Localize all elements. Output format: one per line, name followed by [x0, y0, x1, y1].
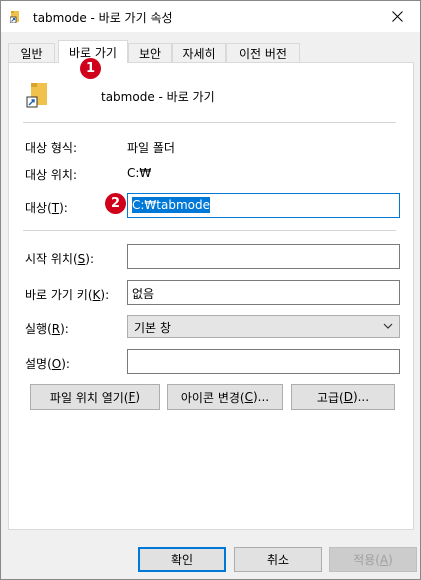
run-select[interactable]: 기본 창 [127, 315, 400, 338]
run-value: 기본 창 [134, 321, 171, 335]
tab-details[interactable]: 자세히 [172, 43, 226, 62]
label-text: ): [59, 201, 68, 215]
start-in-input[interactable] [127, 244, 400, 269]
start-in-label: 시작 위치(S): [25, 250, 94, 267]
label-text: ): [85, 252, 95, 266]
cancel-button[interactable]: 취소 [234, 547, 322, 572]
access-key: C [244, 390, 253, 404]
button-text: 아이콘 변경( [180, 390, 245, 405]
button-text: ) [388, 552, 393, 567]
target-location-value: C:₩ [127, 166, 152, 180]
properties-window: tabmode - 바로 가기 속성 일반 바로 가기 보안 자세히 이전 버전… [0, 0, 421, 580]
tab-label: 보안 [138, 46, 162, 61]
window-title: tabmode - 바로 가기 속성 [33, 11, 173, 25]
access-key: R [51, 322, 61, 336]
annotation-badge-2: 2 [105, 193, 126, 214]
divider [23, 230, 396, 231]
button-text: ) [135, 390, 141, 404]
label-text: 시작 위치( [25, 252, 78, 266]
label-text: ): [61, 357, 70, 371]
target-type-value: 파일 폴더 [127, 141, 175, 155]
folder-shortcut-icon [10, 11, 19, 23]
access-key: D [343, 390, 353, 404]
label-text: 설명( [25, 357, 52, 371]
target-selected-text: C:₩tabmode [132, 197, 210, 213]
button-text: 적용( [353, 553, 380, 567]
shortcut-folder-icon [26, 83, 47, 108]
shortcut-key-label: 바로 가기 키(K): [25, 286, 109, 303]
label-text: ): [100, 288, 110, 302]
button-text: 고급( [316, 390, 344, 405]
change-icon-button[interactable]: 아이콘 변경(C)... [167, 384, 283, 410]
shortcut-key-value: 없음 [132, 287, 155, 301]
tab-label: 자세히 [182, 46, 216, 61]
close-icon [391, 11, 403, 22]
button-text: 취소 [266, 553, 290, 567]
access-key: O [51, 357, 62, 371]
advanced-button[interactable]: 고급(D)... [291, 384, 395, 410]
comment-input[interactable] [127, 349, 400, 374]
tab-general[interactable]: 일반 [8, 43, 55, 62]
label-text: ): [60, 322, 69, 336]
apply-button[interactable]: 적용(A) [329, 547, 417, 572]
open-file-location-button[interactable]: 파일 위치 열기(F) [30, 384, 160, 410]
label-text: 실행( [25, 322, 52, 336]
ok-button[interactable]: 확인 [138, 547, 226, 572]
target-location-label: 대상 위치: [25, 168, 78, 182]
tab-label: 일반 [20, 46, 43, 61]
label-text: 바로 가기 키( [25, 288, 93, 302]
tab-previous-versions[interactable]: 이전 버전 [226, 43, 300, 62]
target-input[interactable]: C:₩tabmode [127, 193, 400, 218]
close-button[interactable] [374, 1, 420, 32]
button-text: )... [252, 390, 270, 404]
annotation-badge-1: 1 [80, 58, 101, 79]
target-type-label: 대상 형식: [25, 141, 78, 155]
button-text: 파일 위치 열기( [49, 390, 129, 405]
button-text: )... [352, 390, 370, 404]
access-key: F [128, 390, 136, 404]
run-label: 실행(R): [25, 320, 69, 337]
access-key: T [51, 201, 60, 215]
chevron-down-icon [383, 323, 393, 329]
divider [23, 122, 396, 123]
tab-label: 이전 버전 [239, 46, 287, 61]
comment-label: 설명(O): [25, 355, 70, 372]
button-text: 확인 [170, 553, 194, 567]
shortcut-name: tabmode - 바로 가기 [101, 90, 215, 104]
target-label: 대상(T): [25, 199, 68, 216]
title-bar: tabmode - 바로 가기 속성 [1, 1, 420, 32]
shortcut-key-input[interactable]: 없음 [127, 280, 400, 305]
tab-security[interactable]: 보안 [128, 43, 172, 62]
access-key: A [379, 552, 389, 567]
label-text: 대상( [25, 201, 52, 215]
